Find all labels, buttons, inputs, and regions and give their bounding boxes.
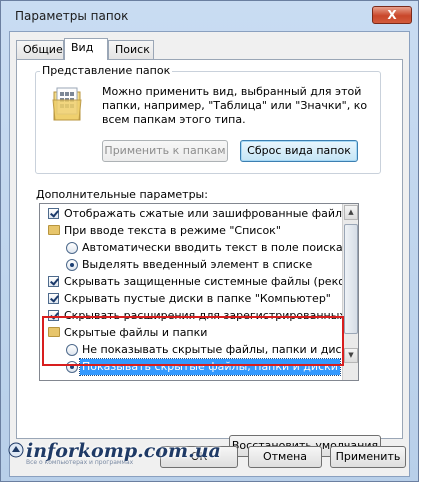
list-item-label: Автоматически вводить текст в поле поиск… xyxy=(82,241,343,254)
list-item-label: Скрывать пустые диски в папке "Компьютер… xyxy=(64,292,331,305)
advanced-settings-label: Дополнительные параметры: xyxy=(36,188,208,201)
tab-general[interactable]: Общие xyxy=(16,40,64,59)
tab-view[interactable]: Вид xyxy=(64,38,108,60)
reset-folders-button[interactable]: Сброс вида папок xyxy=(240,140,358,162)
radio-icon[interactable] xyxy=(66,361,78,373)
list-item-label: Скрытые файлы и папки xyxy=(64,326,208,339)
list-item-label: Скрывать защищенные системные файлы (рек… xyxy=(64,275,359,288)
folder-icon xyxy=(48,225,60,235)
folder-view-group: Представление папок Можно применить вид,… xyxy=(35,64,381,174)
folder-view-icon xyxy=(52,87,82,121)
list-item-label: При вводе текста в режиме "Список" xyxy=(64,224,281,237)
cancel-button[interactable]: Отмена xyxy=(248,446,322,468)
advanced-settings-tree[interactable]: Отображать сжатые или зашифрованные файл… xyxy=(39,203,359,381)
apply-button[interactable]: Применить xyxy=(330,446,406,468)
folder-options-window: Параметры папок X Общие Вид Поиск Предст… xyxy=(0,0,419,482)
checkbox-icon[interactable] xyxy=(48,208,59,219)
checkbox-icon[interactable] xyxy=(48,276,59,287)
watermark-logo-icon xyxy=(8,442,24,458)
view-tab-panel: Представление папок Можно применить вид,… xyxy=(16,59,403,457)
close-button[interactable]: X xyxy=(372,6,412,24)
vertical-scrollbar[interactable]: ▲ ▼ xyxy=(342,204,358,380)
radio-icon[interactable] xyxy=(66,242,78,254)
title-bar[interactable]: Параметры папок X xyxy=(1,1,418,31)
window-title: Параметры папок xyxy=(15,9,129,23)
scroll-down-icon[interactable]: ▼ xyxy=(344,348,358,363)
folder-icon xyxy=(48,327,60,337)
folder-view-group-title: Представление папок xyxy=(40,64,173,77)
list-item-label: Скрывать расширения для зарегистрированн… xyxy=(64,309,359,322)
scroll-up-icon[interactable]: ▲ xyxy=(344,205,358,220)
checkbox-icon[interactable] xyxy=(48,310,59,321)
dialog-client-area: Общие Вид Поиск Представление папок Можн… xyxy=(9,31,410,477)
radio-icon[interactable] xyxy=(66,344,78,356)
radio-icon[interactable] xyxy=(66,259,78,271)
list-item-label: Показывать скрытые файлы, папки и диски xyxy=(79,358,341,376)
folder-view-description: Можно применить вид, выбранный для этой … xyxy=(102,85,368,126)
scrollbar-thumb[interactable] xyxy=(344,224,358,334)
close-icon: X xyxy=(387,8,397,22)
checkbox-icon[interactable] xyxy=(48,293,59,304)
list-item-label: Отображать сжатые или зашифрованные файл… xyxy=(64,207,359,220)
tab-search[interactable]: Поиск xyxy=(108,40,154,59)
watermark: inforkomp.com.ua Все о компьютерах и про… xyxy=(8,440,221,466)
apply-to-folders-button[interactable]: Применить к папкам xyxy=(102,140,228,162)
list-item-label: Выделять введенный элемент в списке xyxy=(82,258,313,271)
list-item-label: Не показывать скрытые файлы, папки и дис… xyxy=(82,343,356,356)
